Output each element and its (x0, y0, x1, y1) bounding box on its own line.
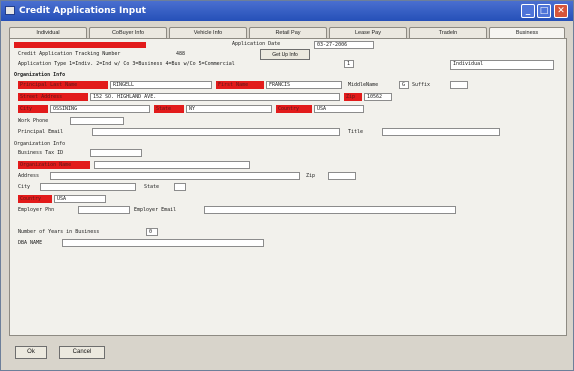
app-window-icon (5, 6, 15, 15)
section-title-organization: Organization Info (14, 141, 66, 147)
section-title-principal: Organization Info (14, 72, 66, 78)
business-tax-id-field[interactable] (90, 149, 142, 157)
organization-name-field[interactable] (94, 161, 250, 169)
principal-last-name-label: Principal Last Name (18, 81, 108, 89)
suffix-field[interactable] (450, 81, 468, 89)
employer-phone-field[interactable] (78, 206, 130, 214)
org-country-field[interactable]: USA (54, 195, 106, 203)
organization-name-label: Organization Name (18, 161, 90, 169)
dba-name-label: DBA NAME (18, 240, 43, 246)
street-address-label: Street Address (18, 93, 88, 101)
tracking-number-label: Credit Application Tracking Number (18, 51, 121, 57)
maximize-icon[interactable]: □ (537, 4, 551, 18)
principal-email-field[interactable] (92, 128, 340, 136)
country-field[interactable]: USA (314, 105, 364, 113)
zip-field[interactable]: 10562 (364, 93, 392, 101)
street-address-field[interactable]: 152 SO. HIGHLAND AVE. (90, 93, 340, 101)
principal-email-label: Principal Email (18, 129, 64, 135)
org-city-field[interactable] (40, 183, 136, 191)
dba-name-field[interactable] (62, 239, 264, 247)
title-bar: Credit Applications Input _ □ ✕ (1, 1, 573, 21)
org-zip-label: Zip (306, 173, 316, 179)
credit-applications-window: Credit Applications Input _ □ ✕ Individu… (0, 0, 574, 371)
required-notice-bar (14, 42, 146, 48)
title-label: Title (348, 129, 364, 135)
application-date-field[interactable]: 03-27-2006 (314, 41, 374, 49)
org-state-field[interactable] (174, 183, 186, 191)
first-name-field[interactable]: FRANCIS (266, 81, 342, 89)
work-phone-field[interactable] (70, 117, 124, 125)
city-field[interactable]: OSSINING (50, 105, 150, 113)
suffix-label: Suffix (412, 82, 431, 88)
employer-email-label: Employer Email (134, 207, 177, 213)
city-label: City (18, 105, 48, 113)
state-label: State (154, 105, 184, 113)
middle-name-field[interactable]: G (399, 81, 409, 89)
country-label: Country (276, 105, 312, 113)
org-zip-field[interactable] (328, 172, 356, 180)
application-type-description: Individual (450, 60, 554, 70)
application-type-label: Application Type 1=Indiv. 2=Ind w/ Co 3=… (18, 61, 235, 67)
years-in-business-field[interactable]: 0 (146, 228, 158, 236)
zip-label: Zip (344, 93, 362, 101)
employer-phone-label: Employer Phn (18, 207, 55, 213)
work-phone-label: Work Phone (18, 118, 49, 124)
business-tax-id-label: Business Tax ID (18, 150, 64, 156)
middle-name-label: MiddleName (348, 82, 379, 88)
first-name-label: First Name (216, 81, 264, 89)
address-field[interactable] (50, 172, 300, 180)
org-state-label: State (144, 184, 160, 190)
ok-button[interactable]: Ok (15, 346, 47, 359)
title-field[interactable] (382, 128, 500, 136)
minimize-icon[interactable]: _ (521, 4, 535, 18)
business-tab-panel: Application Date 03-27-2006 Credit Appli… (9, 38, 567, 336)
application-type-field[interactable]: 1 (344, 60, 354, 68)
org-country-label: Country (18, 195, 52, 203)
state-field[interactable]: NY (186, 105, 272, 113)
principal-last-name-field[interactable]: RINGELL (110, 81, 212, 89)
tracking-number-value: 488 (176, 51, 186, 57)
employer-email-field[interactable] (204, 206, 456, 214)
years-in-business-label: Number of Years in Business (18, 229, 100, 235)
get-up-info-button[interactable]: Get Up Info (260, 49, 310, 60)
window-title: Credit Applications Input (19, 6, 146, 16)
cancel-button[interactable]: Cancel (59, 346, 105, 359)
application-date-label: Application Date (232, 41, 281, 47)
address-label: Address (18, 173, 40, 179)
close-icon[interactable]: ✕ (554, 4, 568, 18)
org-city-label: City (18, 184, 31, 190)
